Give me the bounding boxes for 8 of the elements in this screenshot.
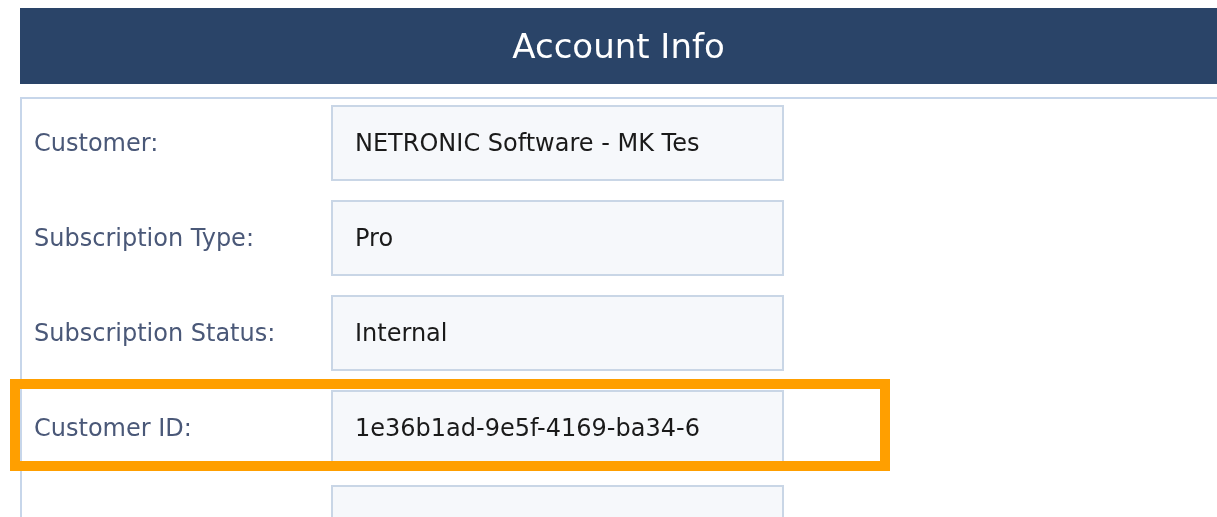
- section-title: Account Info: [512, 26, 725, 66]
- input-field[interactable]: Pro: [331, 200, 784, 276]
- field-label: Customer ID:: [34, 414, 192, 442]
- field-label: Subscription Type:: [34, 224, 254, 252]
- field-label: Subscription Status:: [34, 319, 276, 347]
- input-field[interactable]: Internal: [331, 295, 784, 371]
- field-label: Customer:: [34, 129, 159, 157]
- input-field[interactable]: NETRONIC Software - MK Tes: [331, 105, 784, 181]
